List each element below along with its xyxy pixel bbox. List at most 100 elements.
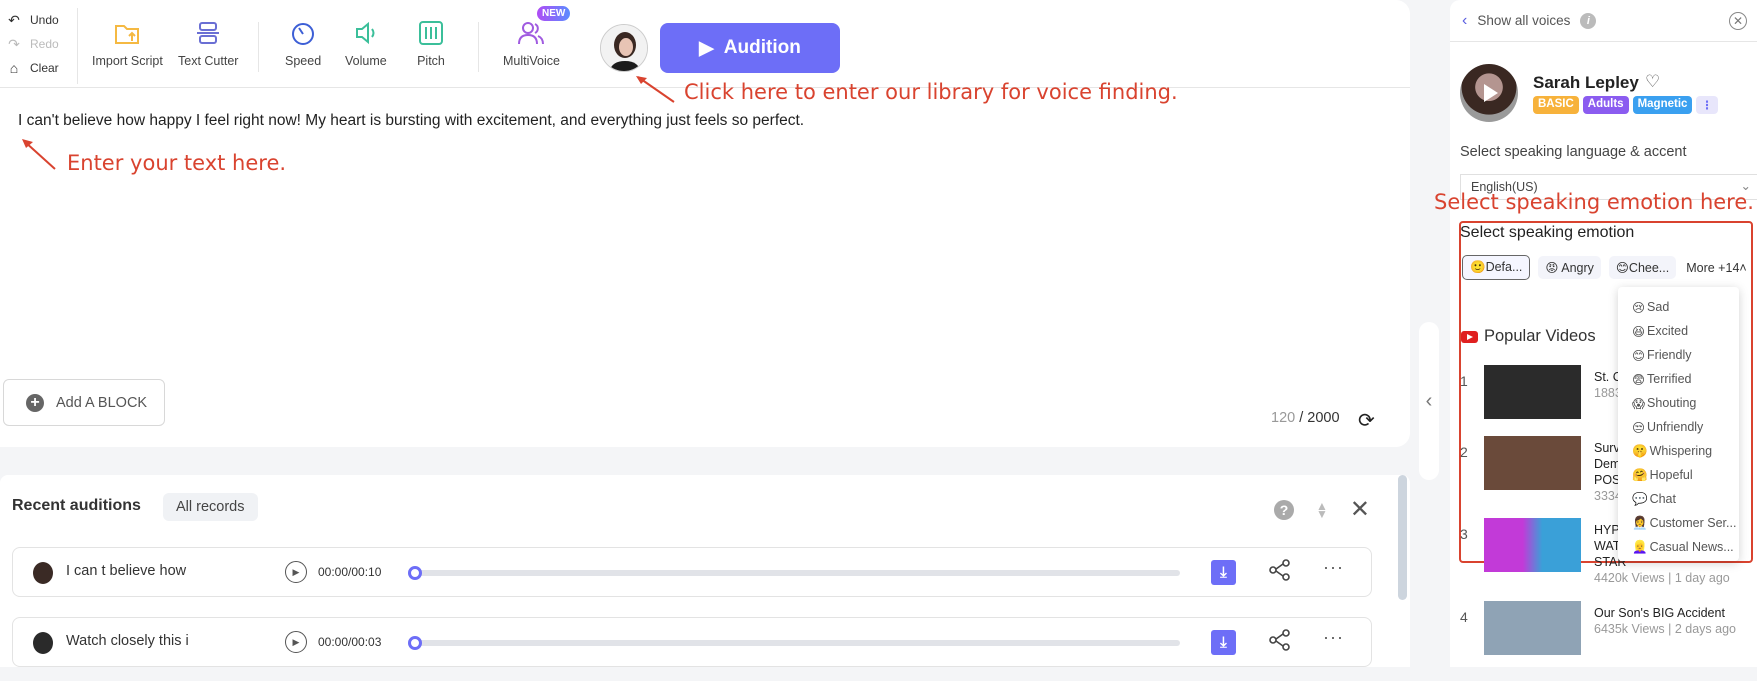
more-tags-button[interactable]: ⋮ (1696, 96, 1718, 114)
emotion-chip-cheerful[interactable]: 😊Chee... (1608, 256, 1677, 279)
multivoice-icon (518, 22, 545, 45)
multivoice-button[interactable]: MultiVoice (503, 18, 560, 68)
redo-icon: ↷ (8, 35, 20, 52)
more-emotions-button[interactable]: More +14˄ (1684, 257, 1748, 279)
more-options-button[interactable]: ··· (1323, 557, 1344, 578)
emotion-emoji-icon: 👩‍💼 (1632, 515, 1648, 530)
emotion-option[interactable]: 😨 Terrified (1618, 367, 1739, 391)
emotion-option[interactable]: 💬 Chat (1618, 487, 1739, 511)
refresh-icon[interactable]: ⟳ (1358, 408, 1375, 433)
emotion-chip-angry[interactable]: 😡 Angry (1538, 256, 1601, 279)
slider-knob[interactable] (408, 566, 422, 580)
pitch-button[interactable]: Pitch (416, 18, 446, 68)
divider (258, 22, 259, 72)
audition-time: 00:00/00:10 (318, 565, 382, 579)
expand-collapse-icon[interactable]: ▲ ▼ (1316, 500, 1328, 520)
voice-name: Sarah Lepley (1533, 73, 1639, 92)
emotion-option[interactable]: 👩‍💼 Customer Ser... (1618, 511, 1739, 535)
voice-library-avatar-button[interactable] (600, 24, 648, 72)
emotion-option[interactable]: 🤗 Hopeful (1618, 463, 1739, 487)
annotation-emotion: Select speaking emotion here. (1434, 190, 1754, 214)
volume-icon (355, 21, 375, 45)
undo-button[interactable]: ↶ Undo (0, 8, 77, 32)
audition-button[interactable]: ▶ Audition (660, 23, 840, 73)
back-chevron-icon[interactable]: ‹ (1462, 12, 1467, 30)
help-icon[interactable]: ? (1274, 499, 1294, 520)
annotation-library: Click here to enter our library for voic… (684, 80, 1178, 104)
script-text-input[interactable]: I can't believe how happy I feel right n… (18, 112, 804, 130)
recent-auditions-title: Recent auditions (12, 497, 141, 514)
speed-button[interactable]: Speed (285, 18, 321, 68)
share-icon (1269, 559, 1290, 581)
close-icon[interactable]: ✕ (1350, 495, 1370, 524)
text-cutter-button[interactable]: Text Cutter (178, 18, 238, 68)
emotion-chip-default[interactable]: 🙂Defa... (1462, 255, 1531, 280)
emotion-option[interactable]: 😢 Sad (1618, 295, 1739, 319)
tag-magnetic: Magnetic (1632, 96, 1693, 114)
language-label: Select speaking language & accent (1460, 144, 1687, 160)
video-thumbnail (1484, 436, 1581, 490)
pitch-icon (419, 21, 443, 45)
emotion-emoji-icon: 💬 (1632, 491, 1648, 506)
play-button[interactable]: ▶ (285, 561, 307, 583)
emotion-option[interactable]: 😱 Shouting (1618, 391, 1739, 415)
redo-button[interactable]: ↷ Redo (0, 32, 77, 56)
video-thumbnail (1484, 601, 1581, 655)
slider-knob[interactable] (408, 636, 422, 650)
emotion-emoji-icon: 😒 (1632, 420, 1646, 435)
scrollbar[interactable] (1398, 475, 1407, 600)
play-icon: ▶ (699, 37, 714, 59)
clear-button[interactable]: ⌂ Clear (0, 56, 77, 80)
plus-icon: + (26, 393, 44, 412)
history-group: ↶ Undo ↷ Redo ⌂ Clear (0, 8, 78, 84)
text-cutter-icon (197, 22, 220, 44)
download-button[interactable]: ⤓ (1211, 630, 1236, 655)
emotion-emoji-icon: 🤗 (1632, 467, 1648, 482)
more-options-button[interactable]: ··· (1323, 627, 1344, 648)
angry-emoji-icon: 😡 (1545, 261, 1559, 275)
emotion-emoji-icon: 😨 (1632, 372, 1646, 387)
youtube-icon (1461, 330, 1478, 343)
add-block-button[interactable]: + Add A BLOCK (3, 379, 165, 426)
favorite-heart-icon[interactable]: ♡ (1645, 72, 1660, 92)
video-thumbnail (1484, 518, 1581, 572)
chevron-up-icon: ˄ (1739, 260, 1747, 275)
all-records-button[interactable]: All records (163, 493, 258, 521)
audition-text: I can t believe how (66, 563, 187, 579)
info-icon[interactable]: i (1580, 12, 1597, 29)
default-emoji-icon: 🙂 (1470, 260, 1486, 274)
speed-icon (292, 23, 315, 45)
audition-row: I can t believe how ▶ 00:00/00:10 ⤓ ··· (12, 547, 1372, 597)
volume-button[interactable]: Volume (345, 18, 387, 68)
progress-slider[interactable] (408, 566, 1180, 580)
progress-slider[interactable] (408, 636, 1180, 650)
voice-avatar (33, 632, 53, 654)
audition-row: Watch closely this i ▶ 00:00/00:03 ⤓ ··· (12, 617, 1372, 667)
play-icon (1484, 84, 1498, 102)
import-script-button[interactable]: Import Script (92, 18, 163, 68)
share-icon (1269, 629, 1290, 651)
emotion-emoji-icon: 😢 (1632, 300, 1646, 315)
collapse-panel-button[interactable]: ‹ (1419, 322, 1439, 480)
emotion-chips: 🙂Defa... 😡 Angry 😊Chee... More +14˄ (1462, 255, 1749, 280)
cheerful-emoji-icon: 😊 (1615, 261, 1629, 275)
import-script-icon (115, 25, 140, 44)
recent-auditions-panel: Recent auditions All records ? ▲ ▼ ✕ I ca… (0, 475, 1410, 667)
emotion-option[interactable]: 😊 Friendly (1618, 343, 1739, 367)
play-button[interactable]: ▶ (285, 631, 307, 653)
voice-preview-button[interactable] (1460, 64, 1518, 122)
video-item[interactable]: 4 Our Son's BIG Accident 6435k Views | 2 … (1460, 601, 1750, 681)
emotion-option[interactable]: 😒 Unfriendly (1618, 415, 1739, 439)
show-all-voices-link[interactable]: Show all voices (1477, 13, 1570, 28)
annotation-arrow-icon (636, 76, 675, 103)
emotion-option[interactable]: 😆 Excited (1618, 319, 1739, 343)
share-button[interactable] (1268, 628, 1292, 657)
audition-text: Watch closely this i (66, 633, 189, 649)
character-counter: 120 / 2000 (1271, 410, 1340, 426)
close-panel-icon[interactable]: ✕ (1729, 12, 1747, 30)
emotion-option[interactable]: 👱‍♀️ Casual News... (1618, 535, 1739, 559)
download-button[interactable]: ⤓ (1211, 560, 1236, 585)
share-button[interactable] (1268, 558, 1292, 587)
emotion-dropdown: 😢 Sad 😆 Excited 😊 Friendly 😨 Terrified 😱 Shouting… (1618, 287, 1739, 561)
emotion-option[interactable]: 🤫 Whispering (1618, 439, 1739, 463)
